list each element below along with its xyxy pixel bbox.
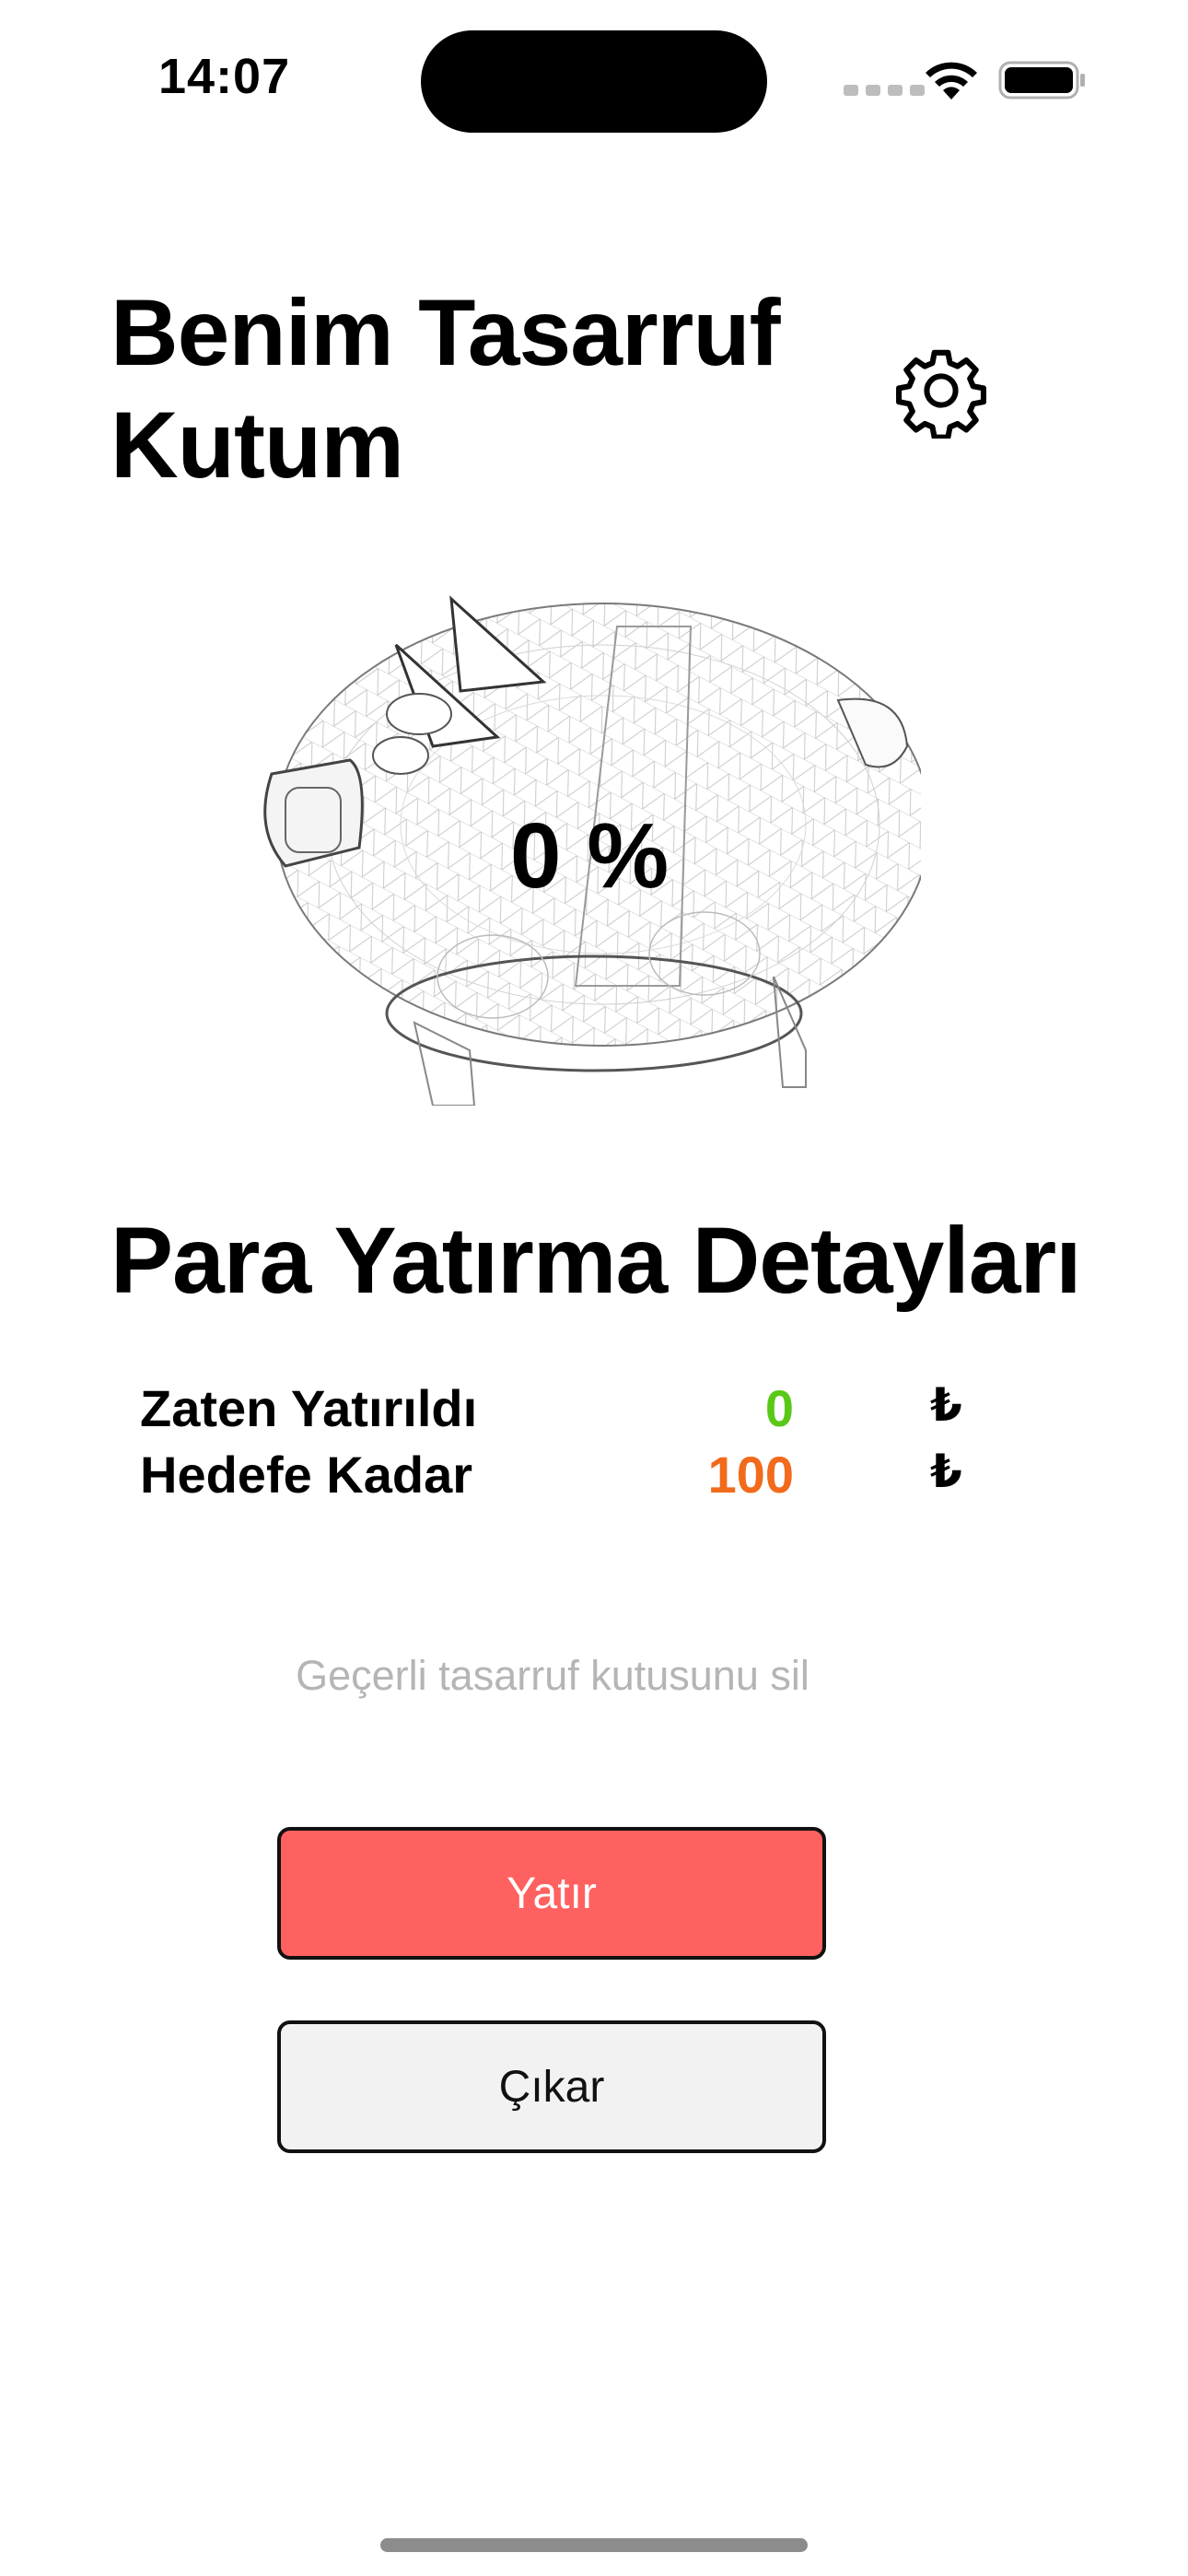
remaining-currency: ₺ <box>930 1446 962 1497</box>
deposit-details-title: Para Yatırma Detayları <box>111 1208 1081 1313</box>
settings-button[interactable] <box>893 343 989 440</box>
withdraw-button[interactable]: Çıkar <box>277 2020 826 2153</box>
deposited-label: Zaten Yatırıldı <box>140 1379 478 1437</box>
deposited-value: 0 <box>764 1379 794 1437</box>
page-title: Benim Tasarruf Kutum <box>111 280 781 498</box>
deposited-row: Zaten Yatırıldı 0 ₺ <box>140 1378 987 1445</box>
dynamic-island <box>421 30 767 133</box>
status-bar-time: 14:07 <box>158 49 291 104</box>
wifi-icon <box>923 59 980 100</box>
cellular-signal-icon <box>844 85 925 96</box>
gear-icon <box>896 349 986 440</box>
remaining-label: Hedefe Kadar <box>140 1446 473 1504</box>
delete-savings-box-button[interactable]: Geçerli tasarruf kutusunu sil <box>184 1652 921 1700</box>
deposited-currency: ₺ <box>930 1379 962 1431</box>
battery-icon <box>998 61 1087 100</box>
remaining-value: 100 <box>707 1446 794 1504</box>
home-indicator[interactable] <box>380 2538 808 2552</box>
remaining-row: Hedefe Kadar 100 ₺ <box>140 1445 987 1511</box>
progress-percent-label: 0 % <box>509 804 670 907</box>
deposit-button[interactable]: Yatır <box>277 1827 826 1960</box>
